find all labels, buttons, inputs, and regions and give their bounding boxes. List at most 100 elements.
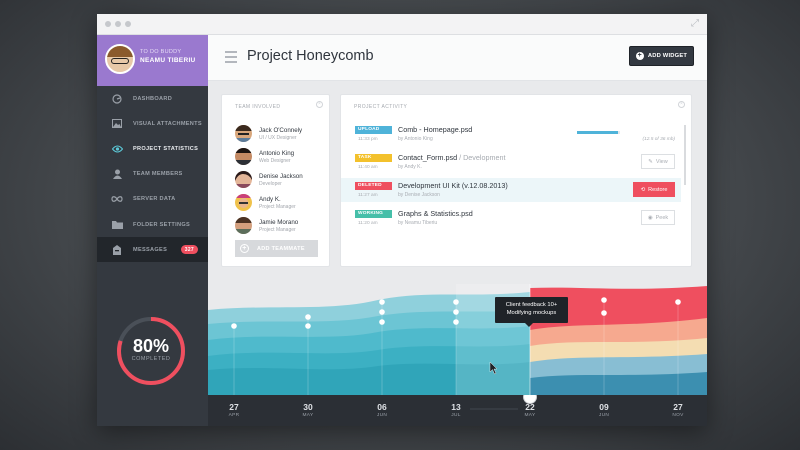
eye-icon: ◉ (647, 214, 653, 221)
activity-time: 11:27 am (358, 193, 378, 198)
restore-button[interactable]: ⟲ Restore (633, 182, 675, 197)
axis-tick: 13 JUL (451, 402, 461, 418)
team-panel: TEAM INVOLVED × Jack O'Connely UI / UX D… (221, 94, 330, 267)
close-icon[interactable]: × (316, 101, 323, 108)
event-tooltip: Client feedback 10+ Modifying mockups (495, 297, 568, 327)
sidebar: TO DO BUDDY NEAMU TIBERIU DASHBOARD VISU… (97, 35, 208, 426)
status-badge: UPLOAD (355, 126, 392, 134)
axis-tick: 30 MAY (302, 402, 314, 418)
sidebar-item-label: TEAM MEMBERS (133, 171, 183, 178)
profile-name: NEAMU TIBERIU (140, 57, 196, 64)
completion-gauge: 80% COMPLETED (114, 314, 188, 388)
sidebar-item-label: PROJECT STATISTICS (133, 145, 199, 152)
activity-time: 11:40 am (358, 165, 378, 170)
sidebar-item-label: SERVER DATA (133, 196, 176, 203)
sidebar-item-label: FOLDER SETTINGS (133, 221, 191, 228)
axis-tick-selected[interactable]: 22 MAY (515, 402, 545, 418)
timeline-axis: 27 APR 30 MAY 06 JUN 13 JUL 22 MAY 09 JUN 27 NO… (208, 395, 707, 426)
timeline-chart[interactable]: Client feedback 10+ Modifying mockups 27… (208, 284, 707, 426)
restore-icon: ⟲ (640, 186, 646, 193)
activity-row[interactable]: TASK 11:40 am Contact_Form.psd / Develop… (341, 150, 681, 174)
file-author: by Denise Jackson (398, 192, 440, 198)
completion-percent: 80% (132, 336, 170, 356)
avatar (235, 217, 252, 234)
member-role: UI / UX Designer (259, 135, 297, 141)
file-name: Graphs & Statistics.psd (398, 209, 473, 218)
edit-icon: ✎ (648, 158, 653, 165)
status-badge: WORKING (355, 210, 392, 218)
add-widget-button[interactable]: + ADD WIDGET (629, 46, 694, 66)
menu-icon[interactable] (225, 51, 237, 66)
member-role: Project Manager (259, 204, 296, 210)
folder-icon (111, 219, 123, 231)
eye-icon (111, 143, 123, 155)
activity-row[interactable]: DELETED 11:27 am Development UI Kit (v.1… (341, 178, 681, 202)
add-widget-label: ADD WIDGET (647, 53, 688, 59)
activity-row[interactable]: UPLOAD 11:33 pm Comb - Homepage.psd by A… (341, 122, 681, 146)
member-name: Jamie Morano (259, 219, 299, 226)
activity-time: 11:33 pm (358, 137, 378, 142)
peek-button[interactable]: ◉ Peek (641, 210, 675, 225)
sidebar-item-folder-settings[interactable]: FOLDER SETTINGS (97, 212, 208, 237)
avatar (235, 194, 252, 211)
close-icon[interactable]: × (678, 101, 685, 108)
minimize-dot[interactable] (115, 21, 121, 27)
avatar (235, 125, 252, 142)
file-name: Development UI Kit (v.12.08.2013) (398, 181, 508, 190)
add-teammate-label: ADD TEAMMATE (257, 245, 305, 252)
status-badge: DELETED (355, 182, 392, 190)
title-bar: ⤢ (97, 14, 707, 35)
maximize-dot[interactable] (125, 21, 131, 27)
panel-title: PROJECT ACTIVITY (354, 104, 408, 110)
upload-progress-bar (577, 131, 620, 134)
sidebar-item-label: MESSAGES (133, 246, 168, 253)
member-name: Antonio King (259, 150, 295, 157)
axis-tick: 06 JUN (376, 402, 388, 418)
axis-tick: 27 NOV (672, 402, 684, 418)
profile-subtitle: TO DO BUDDY (140, 49, 182, 55)
member-name: Andy K. (259, 196, 281, 203)
file-author: by Andy K. (398, 164, 422, 170)
sidebar-item-messages[interactable]: MESSAGES 327 (97, 237, 208, 263)
page-header: Project Honeycomb + ADD WIDGET (208, 35, 707, 81)
completion-label: COMPLETED (131, 356, 171, 362)
file-author: by Antonio King (398, 136, 433, 142)
sidebar-item-server-data[interactable]: SERVER DATA (97, 187, 208, 212)
panel-title: TEAM INVOLVED (235, 104, 281, 110)
profile-card[interactable]: TO DO BUDDY NEAMU TIBERIU (97, 35, 208, 86)
infinity-icon (111, 193, 123, 205)
activity-panel: PROJECT ACTIVITY × UPLOAD 11:33 pm Comb … (340, 94, 692, 267)
sidebar-item-dashboard[interactable]: DASHBOARD (97, 86, 208, 111)
page-title: Project Honeycomb (247, 48, 374, 64)
speedometer-icon (111, 93, 123, 105)
plus-icon: + (635, 52, 644, 60)
messages-count-badge: 327 (180, 245, 198, 255)
axis-tick: 09 JUN (598, 402, 610, 418)
member-role: Web Designer (259, 158, 291, 164)
window-controls (105, 21, 131, 27)
scrollbar[interactable] (684, 125, 686, 185)
upload-size-text: (12.5 of 36 mb) (642, 137, 675, 142)
activity-time: 11:20 am (358, 221, 378, 226)
image-icon (111, 118, 123, 130)
user-icon (111, 168, 123, 180)
expand-icon[interactable]: ⤢ (691, 18, 699, 29)
avatar (235, 148, 252, 165)
member-role: Developer (259, 181, 282, 187)
axis-tick: 27 APR (228, 402, 240, 418)
sidebar-item-project-statistics[interactable]: PROJECT STATISTICS (97, 136, 208, 161)
sidebar-item-label: DASHBOARD (133, 95, 173, 102)
sidebar-item-visual-attachments[interactable]: VISUAL ATTACHMENTS (97, 111, 208, 136)
sidebar-nav: DASHBOARD VISUAL ATTACHMENTS PROJECT STA… (97, 86, 208, 263)
status-badge: TASK (355, 154, 392, 162)
view-button[interactable]: ✎ View (641, 154, 675, 169)
add-teammate-button[interactable]: + ADD TEAMMATE (235, 240, 318, 257)
close-dot[interactable] (105, 21, 111, 27)
plus-icon: + (240, 244, 249, 253)
app-window: ⤢ TO DO BUDDY NEAMU TIBERIU DASHBOARD VI… (97, 14, 707, 426)
sidebar-item-label: VISUAL ATTACHMENTS (133, 120, 202, 127)
file-author: by Neamu Tiberiu (398, 220, 438, 226)
sidebar-item-team-members[interactable]: TEAM MEMBERS (97, 162, 208, 187)
activity-row[interactable]: WORKING 11:20 am Graphs & Statistics.psd… (341, 206, 681, 230)
avatar (105, 44, 135, 74)
